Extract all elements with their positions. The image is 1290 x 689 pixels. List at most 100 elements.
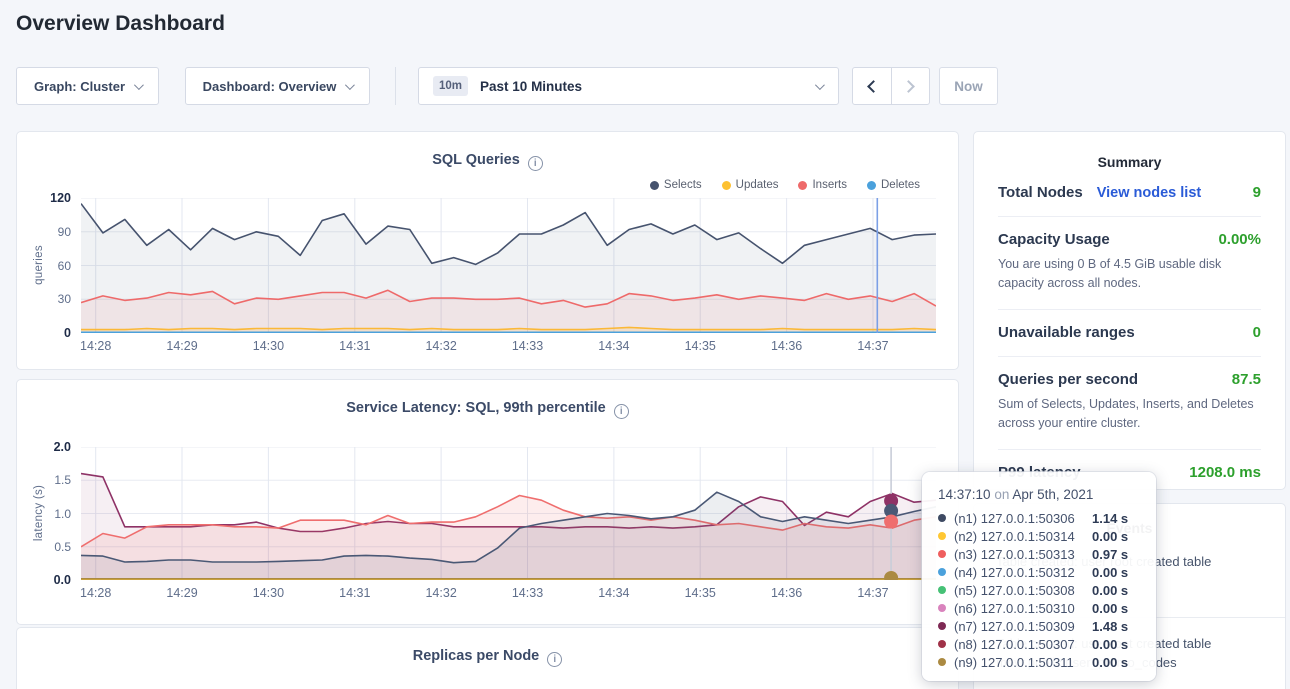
capacity-desc: You are using 0 B of 4.5 GiB usable disk… xyxy=(998,255,1261,294)
now-button[interactable]: Now xyxy=(939,67,998,105)
sql-queries-chart-panel: SQL Queriesi Selects Updates Inserts Delete… xyxy=(16,131,959,370)
legend-label: Deletes xyxy=(881,179,920,191)
graph-dropdown-label: Graph: Cluster xyxy=(34,79,125,94)
legend-item-inserts[interactable]: Inserts xyxy=(798,179,847,191)
x-tick-label: 14:36 xyxy=(771,339,802,353)
x-tick-label: 14:33 xyxy=(512,586,543,600)
time-range-badge: 10m xyxy=(433,76,468,96)
tooltip-row: (n8) 127.0.0.1:503070.00 s xyxy=(938,635,1140,653)
tooltip-node-label: (n7) 127.0.0.1:50309 xyxy=(954,619,1092,634)
dashboard-dropdown-label: Dashboard: Overview xyxy=(203,79,337,94)
tooltip-node-label: (n1) 127.0.0.1:50306 xyxy=(954,511,1092,526)
x-tick-label: 14:35 xyxy=(685,586,716,600)
y-tick-label: 30 xyxy=(58,292,71,306)
chevron-right-icon xyxy=(902,80,915,93)
node-color-dot-icon xyxy=(938,640,946,648)
unavailable-ranges-value: 0 xyxy=(1253,324,1261,341)
tooltip-node-value: 0.00 s xyxy=(1092,529,1140,544)
legend-dot-icon xyxy=(867,181,876,190)
chevron-down-icon xyxy=(815,80,825,90)
time-range-dropdown[interactable]: 10m Past 10 Minutes xyxy=(418,67,839,105)
tooltip-row: (n6) 127.0.0.1:503100.00 s xyxy=(938,599,1140,617)
info-icon[interactable]: i xyxy=(528,156,543,171)
x-tick-label: 14:30 xyxy=(253,339,284,353)
x-tick-label: 14:29 xyxy=(166,586,197,600)
y-axis-ticks: 0306090120 xyxy=(17,198,71,333)
qps-value: 87.5 xyxy=(1232,371,1261,388)
summary-panel: Summary Total Nodes View nodes list 9 Ca… xyxy=(973,131,1286,490)
page-title: Overview Dashboard xyxy=(16,12,225,36)
capacity-value: 0.00% xyxy=(1218,231,1261,248)
x-tick-label: 14:30 xyxy=(253,586,284,600)
chart-plot-area[interactable] xyxy=(81,447,936,580)
qps-desc: Sum of Selects, Updates, Inserts, and De… xyxy=(998,395,1261,434)
tooltip-node-label: (n3) 127.0.0.1:50313 xyxy=(954,547,1092,562)
tooltip-node-value: 0.97 s xyxy=(1092,547,1140,562)
y-tick-label: 90 xyxy=(58,225,71,239)
x-tick-label: 14:34 xyxy=(598,586,629,600)
info-icon[interactable]: i xyxy=(614,404,629,419)
graph-dropdown[interactable]: Graph: Cluster xyxy=(16,67,159,105)
x-tick-label: 14:31 xyxy=(339,586,370,600)
x-tick-label: 14:32 xyxy=(425,339,456,353)
x-tick-label: 14:31 xyxy=(339,339,370,353)
x-tick-label: 14:35 xyxy=(685,339,716,353)
y-axis-ticks: 0.00.51.01.52.0 xyxy=(17,447,71,580)
node-color-dot-icon xyxy=(938,514,946,522)
chart-title: Service Latency: SQL, 99th percentilei xyxy=(17,400,958,419)
divider xyxy=(395,67,396,105)
summary-row-capacity: Capacity Usage 0.00% You are using 0 B o… xyxy=(998,217,1261,310)
chart-title: SQL Queriesi xyxy=(17,152,958,171)
x-tick-label: 14:32 xyxy=(425,586,456,600)
node-color-dot-icon xyxy=(938,604,946,612)
replicas-per-node-chart-panel: Replicas per Nodei xyxy=(16,627,959,689)
tooltip-node-value: 0.00 s xyxy=(1092,655,1140,670)
tooltip-timestamp: 14:37:10 on Apr 5th, 2021 xyxy=(938,487,1140,507)
tooltip-rows: (n1) 127.0.0.1:503061.14 s(n2) 127.0.0.1… xyxy=(938,509,1140,671)
dashboard-dropdown[interactable]: Dashboard: Overview xyxy=(185,67,370,105)
chevron-down-icon xyxy=(134,80,144,90)
y-tick-label: 1.5 xyxy=(54,473,71,487)
tooltip-row: (n5) 127.0.0.1:503080.00 s xyxy=(938,581,1140,599)
tooltip-node-value: 0.00 s xyxy=(1092,637,1140,652)
summary-row-qps: Queries per second 87.5 Sum of Selects, … xyxy=(998,357,1261,450)
legend-dot-icon xyxy=(722,181,731,190)
x-axis-ticks: 14:28 14:29 14:30 14:31 14:32 14:33 14:34 14:35… xyxy=(81,586,936,602)
tooltip-row: (n2) 127.0.0.1:503140.00 s xyxy=(938,527,1140,545)
total-nodes-value: 9 xyxy=(1253,184,1261,201)
x-tick-label: 14:28 xyxy=(80,586,111,600)
chart-legend: Selects Updates Inserts Deletes xyxy=(650,179,920,191)
node-color-dot-icon xyxy=(938,622,946,630)
tooltip-node-label: (n6) 127.0.0.1:50310 xyxy=(954,601,1092,616)
summary-title: Summary xyxy=(998,150,1261,170)
y-tick-label: 1.0 xyxy=(54,507,71,521)
chart-title: Replicas per Nodei xyxy=(17,648,958,667)
node-color-dot-icon xyxy=(938,532,946,540)
legend-dot-icon xyxy=(650,181,659,190)
time-next-button[interactable] xyxy=(891,68,930,104)
unavailable-ranges-label: Unavailable ranges xyxy=(998,324,1135,341)
legend-item-selects[interactable]: Selects xyxy=(650,179,702,191)
info-icon[interactable]: i xyxy=(547,652,562,667)
tooltip-node-value: 0.00 s xyxy=(1092,565,1140,580)
p99-latency-value: 1208.0 ms xyxy=(1189,464,1261,481)
x-tick-label: 14:28 xyxy=(80,339,111,353)
chart-svg xyxy=(81,198,936,333)
legend-item-deletes[interactable]: Deletes xyxy=(867,179,920,191)
time-prev-button[interactable] xyxy=(853,68,891,104)
chart-plot-area[interactable] xyxy=(81,198,936,333)
tooltip-node-label: (n4) 127.0.0.1:50312 xyxy=(954,565,1092,580)
view-nodes-list-link[interactable]: View nodes list xyxy=(1097,185,1202,201)
y-tick-label: 0 xyxy=(64,326,71,340)
x-tick-label: 14:37 xyxy=(857,339,888,353)
tooltip-node-label: (n9) 127.0.0.1:50311 xyxy=(954,655,1092,670)
legend-item-updates[interactable]: Updates xyxy=(722,179,779,191)
y-tick-label: 0.5 xyxy=(54,540,71,554)
x-tick-label: 14:37 xyxy=(857,586,888,600)
controls-bar: Graph: Cluster Dashboard: Overview 10m P… xyxy=(16,67,998,105)
node-color-dot-icon xyxy=(938,658,946,666)
legend-label: Updates xyxy=(736,179,779,191)
time-nav-group xyxy=(852,67,930,105)
tooltip-node-label: (n2) 127.0.0.1:50314 xyxy=(954,529,1092,544)
tooltip-row: (n9) 127.0.0.1:503110.00 s xyxy=(938,653,1140,671)
